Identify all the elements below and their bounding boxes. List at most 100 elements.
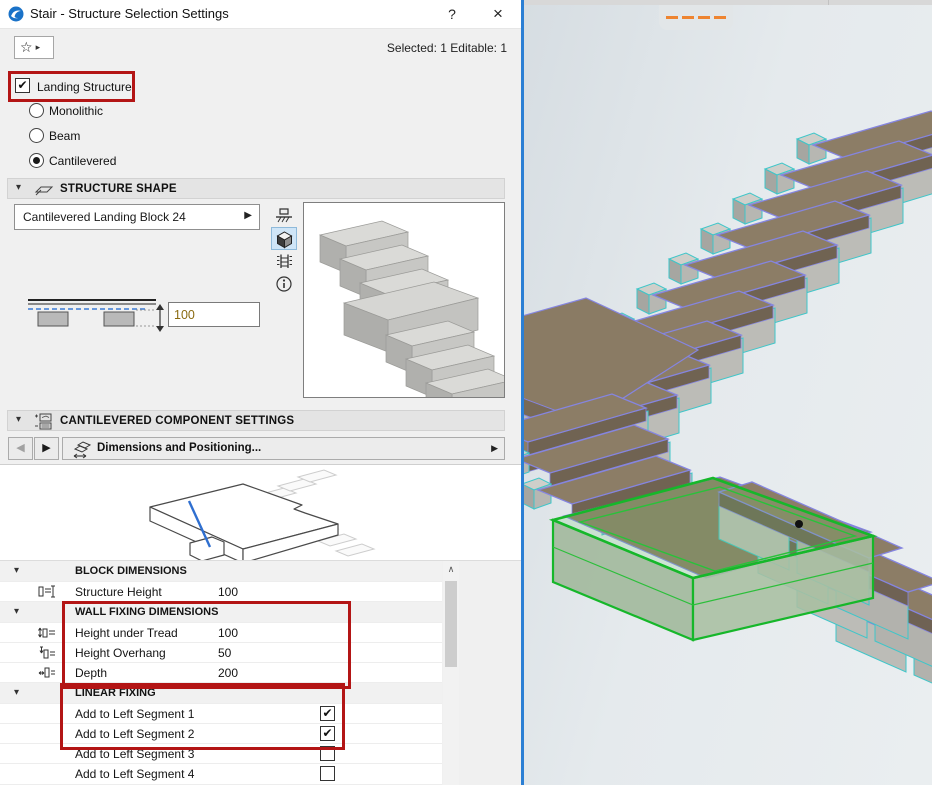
settings-page-label: Dimensions and Positioning... [97, 442, 261, 454]
segment-1-checkbox[interactable]: ✔ [320, 706, 335, 721]
landing-block-select-value: Cantilevered Landing Block 24 [23, 210, 186, 224]
3d-viewport[interactable] [524, 0, 932, 785]
app-window: Stair - Structure Selection Settings ? ×… [0, 0, 932, 785]
group-header-label: WALL FIXING DIMENSIONS [75, 606, 218, 618]
info-icon [275, 275, 293, 293]
back-arrow-icon: ◀ [16, 442, 24, 454]
row-label: Add to Left Segment 3 [75, 747, 194, 761]
settings-page-select[interactable]: Dimensions and Positioning... ▶ [62, 437, 505, 460]
table-row-segment-1[interactable]: Add to Left Segment 1 ✔ [0, 704, 442, 724]
height-under-tread-icon [38, 626, 56, 639]
scroll-up-arrow[interactable]: ∧ [443, 561, 459, 577]
structure-shape-header[interactable]: ▾ STRUCTURE SHAPE [7, 178, 505, 199]
segment-4-checkbox[interactable] [320, 766, 335, 781]
radio-beam[interactable] [29, 128, 44, 143]
component-diagram-panel [0, 464, 521, 561]
height-overhang-icon [38, 646, 56, 659]
landing-structure-label: Landing Structure [37, 80, 132, 94]
table-row-depth[interactable]: Depth 200 [0, 663, 442, 683]
3d-cube-icon [275, 230, 294, 249]
row-label: Add to Left Segment 1 [75, 707, 194, 721]
chevron-right-icon: ▶ [244, 210, 252, 221]
row-value[interactable]: 200 [218, 666, 238, 680]
marquee-tab[interactable] [659, 5, 733, 30]
check-icon: ✔ [17, 78, 27, 92]
table-row-segment-3[interactable]: Add to Left Segment 3 [0, 744, 442, 764]
depth-icon [38, 666, 56, 679]
schedule-icon [275, 253, 294, 270]
structure-preview[interactable] [303, 202, 505, 398]
radio-beam-label: Beam [49, 129, 80, 143]
forward-arrow-icon: ▶ [42, 442, 50, 454]
table-row-segment-4[interactable]: Add to Left Segment 4 [0, 764, 442, 785]
radio-monolithic-label: Monolithic [49, 104, 103, 118]
page-back-button[interactable]: ◀ [8, 437, 33, 460]
landing-height-diagram-icon [24, 292, 170, 336]
row-label: Height Overhang [75, 646, 166, 660]
row-label: Depth [75, 666, 107, 680]
scrollbar-thumb[interactable] [445, 581, 457, 667]
radio-monolithic[interactable] [29, 103, 44, 118]
structure-height-icon [38, 585, 56, 598]
close-button[interactable]: × [484, 3, 512, 25]
landing-block-select[interactable]: Cantilevered Landing Block 24 ▶ [14, 204, 260, 230]
row-label: Structure Height [75, 585, 162, 599]
radio-cantilevered[interactable] [29, 153, 44, 168]
table-row-structure-height[interactable]: Structure Height 100 [0, 582, 442, 602]
favorites-button[interactable]: ☆▸ [14, 36, 54, 59]
landing-height-input[interactable] [168, 302, 260, 327]
table-row-height-overhang[interactable]: Height Overhang 50 [0, 643, 442, 663]
collapse-icon[interactable]: ▾ [14, 606, 19, 617]
row-label: Height under Tread [75, 626, 178, 640]
star-icon: ☆ [20, 39, 33, 55]
segment-3-checkbox[interactable] [320, 746, 335, 761]
component-settings-header[interactable]: ▾ CANTILEVERED COMPONENT SETTINGS [7, 410, 505, 431]
orange-dash-icon [698, 16, 710, 19]
orange-dash-icon [666, 16, 678, 19]
row-label: Add to Left Segment 2 [75, 727, 194, 741]
page-forward-button[interactable]: ▶ [34, 437, 59, 460]
orange-dash-icon [682, 16, 694, 19]
table-row-segment-2[interactable]: Add to Left Segment 2 ✔ [0, 724, 442, 744]
slab-shape-icon [34, 183, 54, 196]
landing-block-diagram [0, 465, 521, 560]
3d-view-button[interactable] [271, 227, 297, 250]
landing-structure-checkbox[interactable]: ✔ [15, 78, 30, 93]
check-icon: ✔ [322, 706, 332, 720]
selection-hotspot-dot[interactable] [795, 520, 803, 528]
stair-3d-scene [524, 0, 932, 785]
dialog-titlebar[interactable]: Stair - Structure Selection Settings ? × [0, 0, 521, 29]
preview-stair-render [304, 203, 504, 397]
row-value[interactable]: 100 [218, 585, 238, 599]
help-button[interactable]: ? [438, 3, 466, 25]
collapse-icon[interactable]: ▾ [16, 182, 21, 193]
floor-plan-view-button[interactable] [271, 204, 297, 227]
radio-cantilevered-label: Cantilevered [49, 154, 116, 168]
row-value[interactable]: 50 [218, 646, 231, 660]
group-header-label: BLOCK DIMENSIONS [75, 565, 187, 577]
collapse-icon[interactable]: ▾ [14, 565, 19, 576]
group-header-label: LINEAR FIXING [75, 687, 156, 699]
schedule-view-button[interactable] [271, 250, 297, 273]
table-group-linear-fixing[interactable]: ▾ LINEAR FIXING [0, 683, 442, 704]
section-title: CANTILEVERED COMPONENT SETTINGS [60, 415, 294, 427]
collapse-icon[interactable]: ▾ [14, 687, 19, 698]
favorites-arrow-icon: ▸ [36, 42, 41, 52]
selection-status: Selected: 1 Editable: 1 [387, 41, 507, 55]
dimensions-positioning-icon [72, 440, 94, 459]
row-value[interactable]: 100 [218, 626, 238, 640]
archicad-logo-icon [8, 6, 24, 22]
component-settings-table: ▾ BLOCK DIMENSIONS Structure Height 100 … [0, 561, 442, 785]
table-group-block-dimensions[interactable]: ▾ BLOCK DIMENSIONS [0, 561, 442, 582]
row-label: Add to Left Segment 4 [75, 767, 194, 781]
table-group-wall-fixing[interactable]: ▾ WALL FIXING DIMENSIONS [0, 602, 442, 623]
collapse-icon[interactable]: ▾ [16, 414, 21, 425]
info-button[interactable] [271, 273, 297, 296]
component-settings-icon [34, 413, 54, 430]
orange-dash-icon [714, 16, 726, 19]
check-icon: ✔ [322, 726, 332, 740]
stair-settings-dialog: Stair - Structure Selection Settings ? ×… [0, 0, 521, 785]
table-row-height-under-tread[interactable]: Height under Tread 100 [0, 623, 442, 643]
table-scrollbar[interactable]: ∧ [443, 561, 459, 785]
segment-2-checkbox[interactable]: ✔ [320, 726, 335, 741]
